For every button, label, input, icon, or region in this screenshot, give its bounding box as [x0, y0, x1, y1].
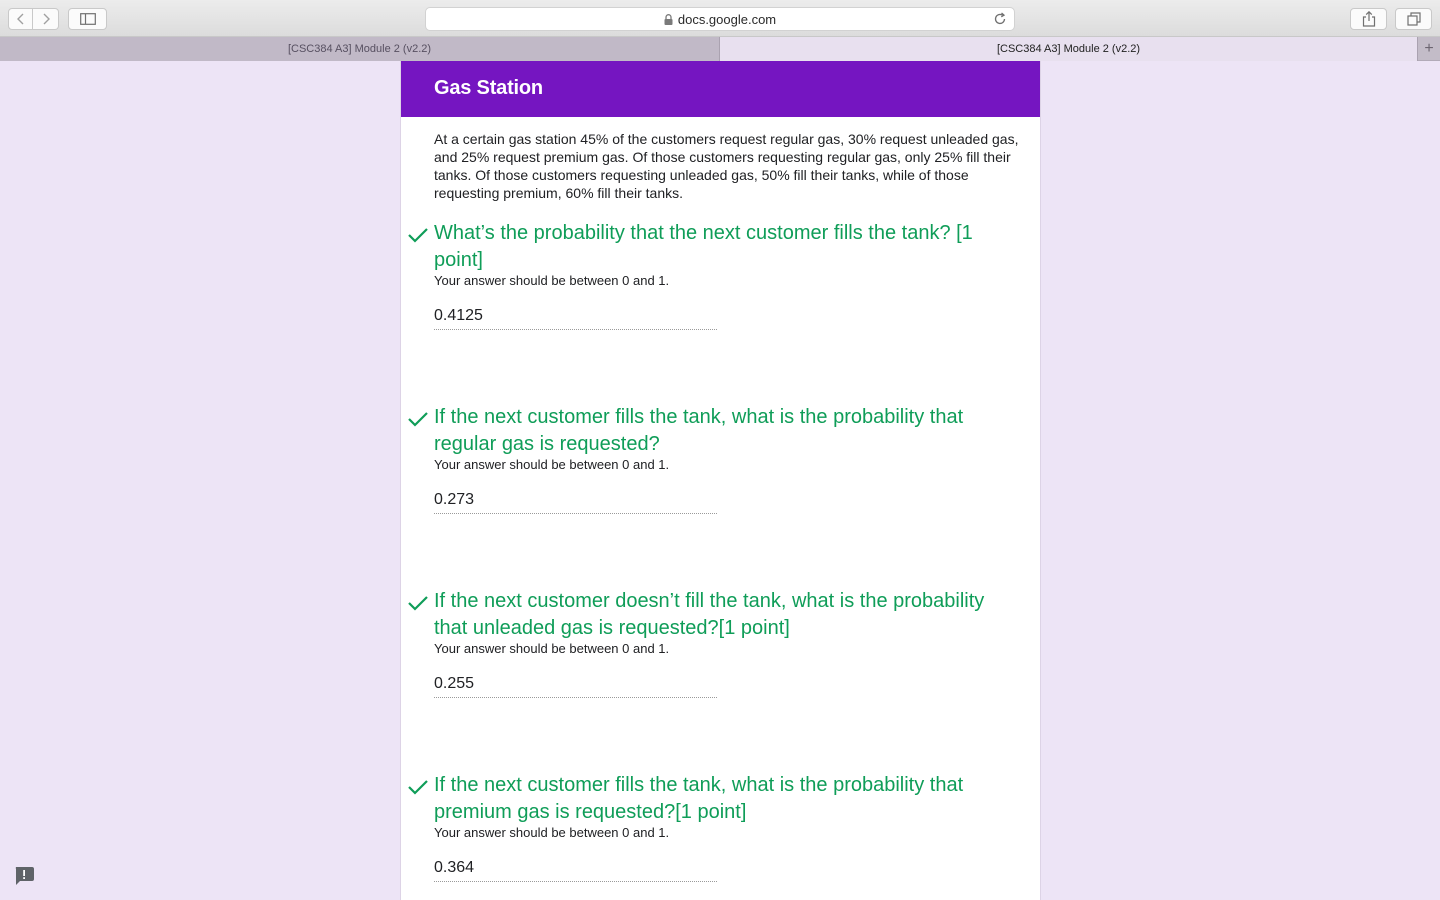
tab-overview-button[interactable] — [1395, 8, 1432, 30]
check-icon — [408, 596, 428, 611]
form-card: Gas Station At a certain gas station 45%… — [400, 61, 1041, 900]
question-title: What’s the probability that the next cus… — [434, 222, 973, 271]
back-icon — [16, 13, 23, 25]
answer-field[interactable]: 0.255 — [434, 674, 717, 698]
report-issue-icon[interactable] — [13, 866, 35, 886]
question-item: If the next customer fills the tank, wha… — [401, 404, 1040, 544]
answer-field[interactable]: 0.4125 — [434, 306, 717, 330]
question-title: If the next customer doesn’t fill the ta… — [434, 590, 985, 639]
question-item: If the next customer doesn’t fill the ta… — [401, 588, 1040, 728]
back-button[interactable] — [8, 8, 33, 30]
question-title: If the next customer fills the tank, wha… — [434, 774, 964, 823]
tab-active[interactable]: [CSC384 A3] Module 2 (v2.2) — [720, 37, 1417, 61]
tab-inactive[interactable]: [CSC384 A3] Module 2 (v2.2) — [0, 37, 720, 61]
url-text: docs.google.com — [677, 11, 777, 27]
tab-strip: [CSC384 A3] Module 2 (v2.2) [CSC384 A3] … — [0, 37, 1440, 61]
check-icon — [408, 228, 428, 243]
forward-button[interactable] — [33, 8, 59, 30]
section-header: Gas Station — [401, 61, 1040, 117]
question-help-text: Your answer should be between 0 and 1. — [434, 457, 670, 472]
lock-icon — [664, 13, 673, 25]
question-help-text: Your answer should be between 0 and 1. — [434, 273, 670, 288]
question-title: If the next customer fills the tank, wha… — [434, 406, 964, 455]
answer-field[interactable]: 0.364 — [434, 858, 717, 882]
check-icon — [408, 412, 428, 427]
tabs-overview-icon — [1406, 12, 1421, 26]
share-button[interactable] — [1350, 8, 1387, 30]
section-description: At a certain gas station 45% of the cust… — [434, 131, 1019, 201]
question-item: What’s the probability that the next cus… — [401, 220, 1040, 360]
section-title: Gas Station — [434, 77, 543, 99]
share-icon — [1362, 11, 1375, 27]
question-item: If the next customer fills the tank, wha… — [401, 772, 1040, 900]
browser-toolbar: docs.google.com — [0, 0, 1440, 37]
question-help-text: Your answer should be between 0 and 1. — [434, 825, 670, 840]
answer-field[interactable]: 0.273 — [434, 490, 717, 514]
reload-icon[interactable] — [992, 11, 1008, 27]
address-bar[interactable]: docs.google.com — [425, 7, 1015, 31]
new-tab-button[interactable]: + — [1417, 37, 1440, 61]
forward-icon — [43, 13, 50, 25]
sidebar-toggle-button[interactable] — [68, 8, 107, 30]
sidebar-icon — [79, 13, 96, 25]
question-help-text: Your answer should be between 0 and 1. — [434, 641, 670, 656]
check-icon — [408, 780, 428, 795]
